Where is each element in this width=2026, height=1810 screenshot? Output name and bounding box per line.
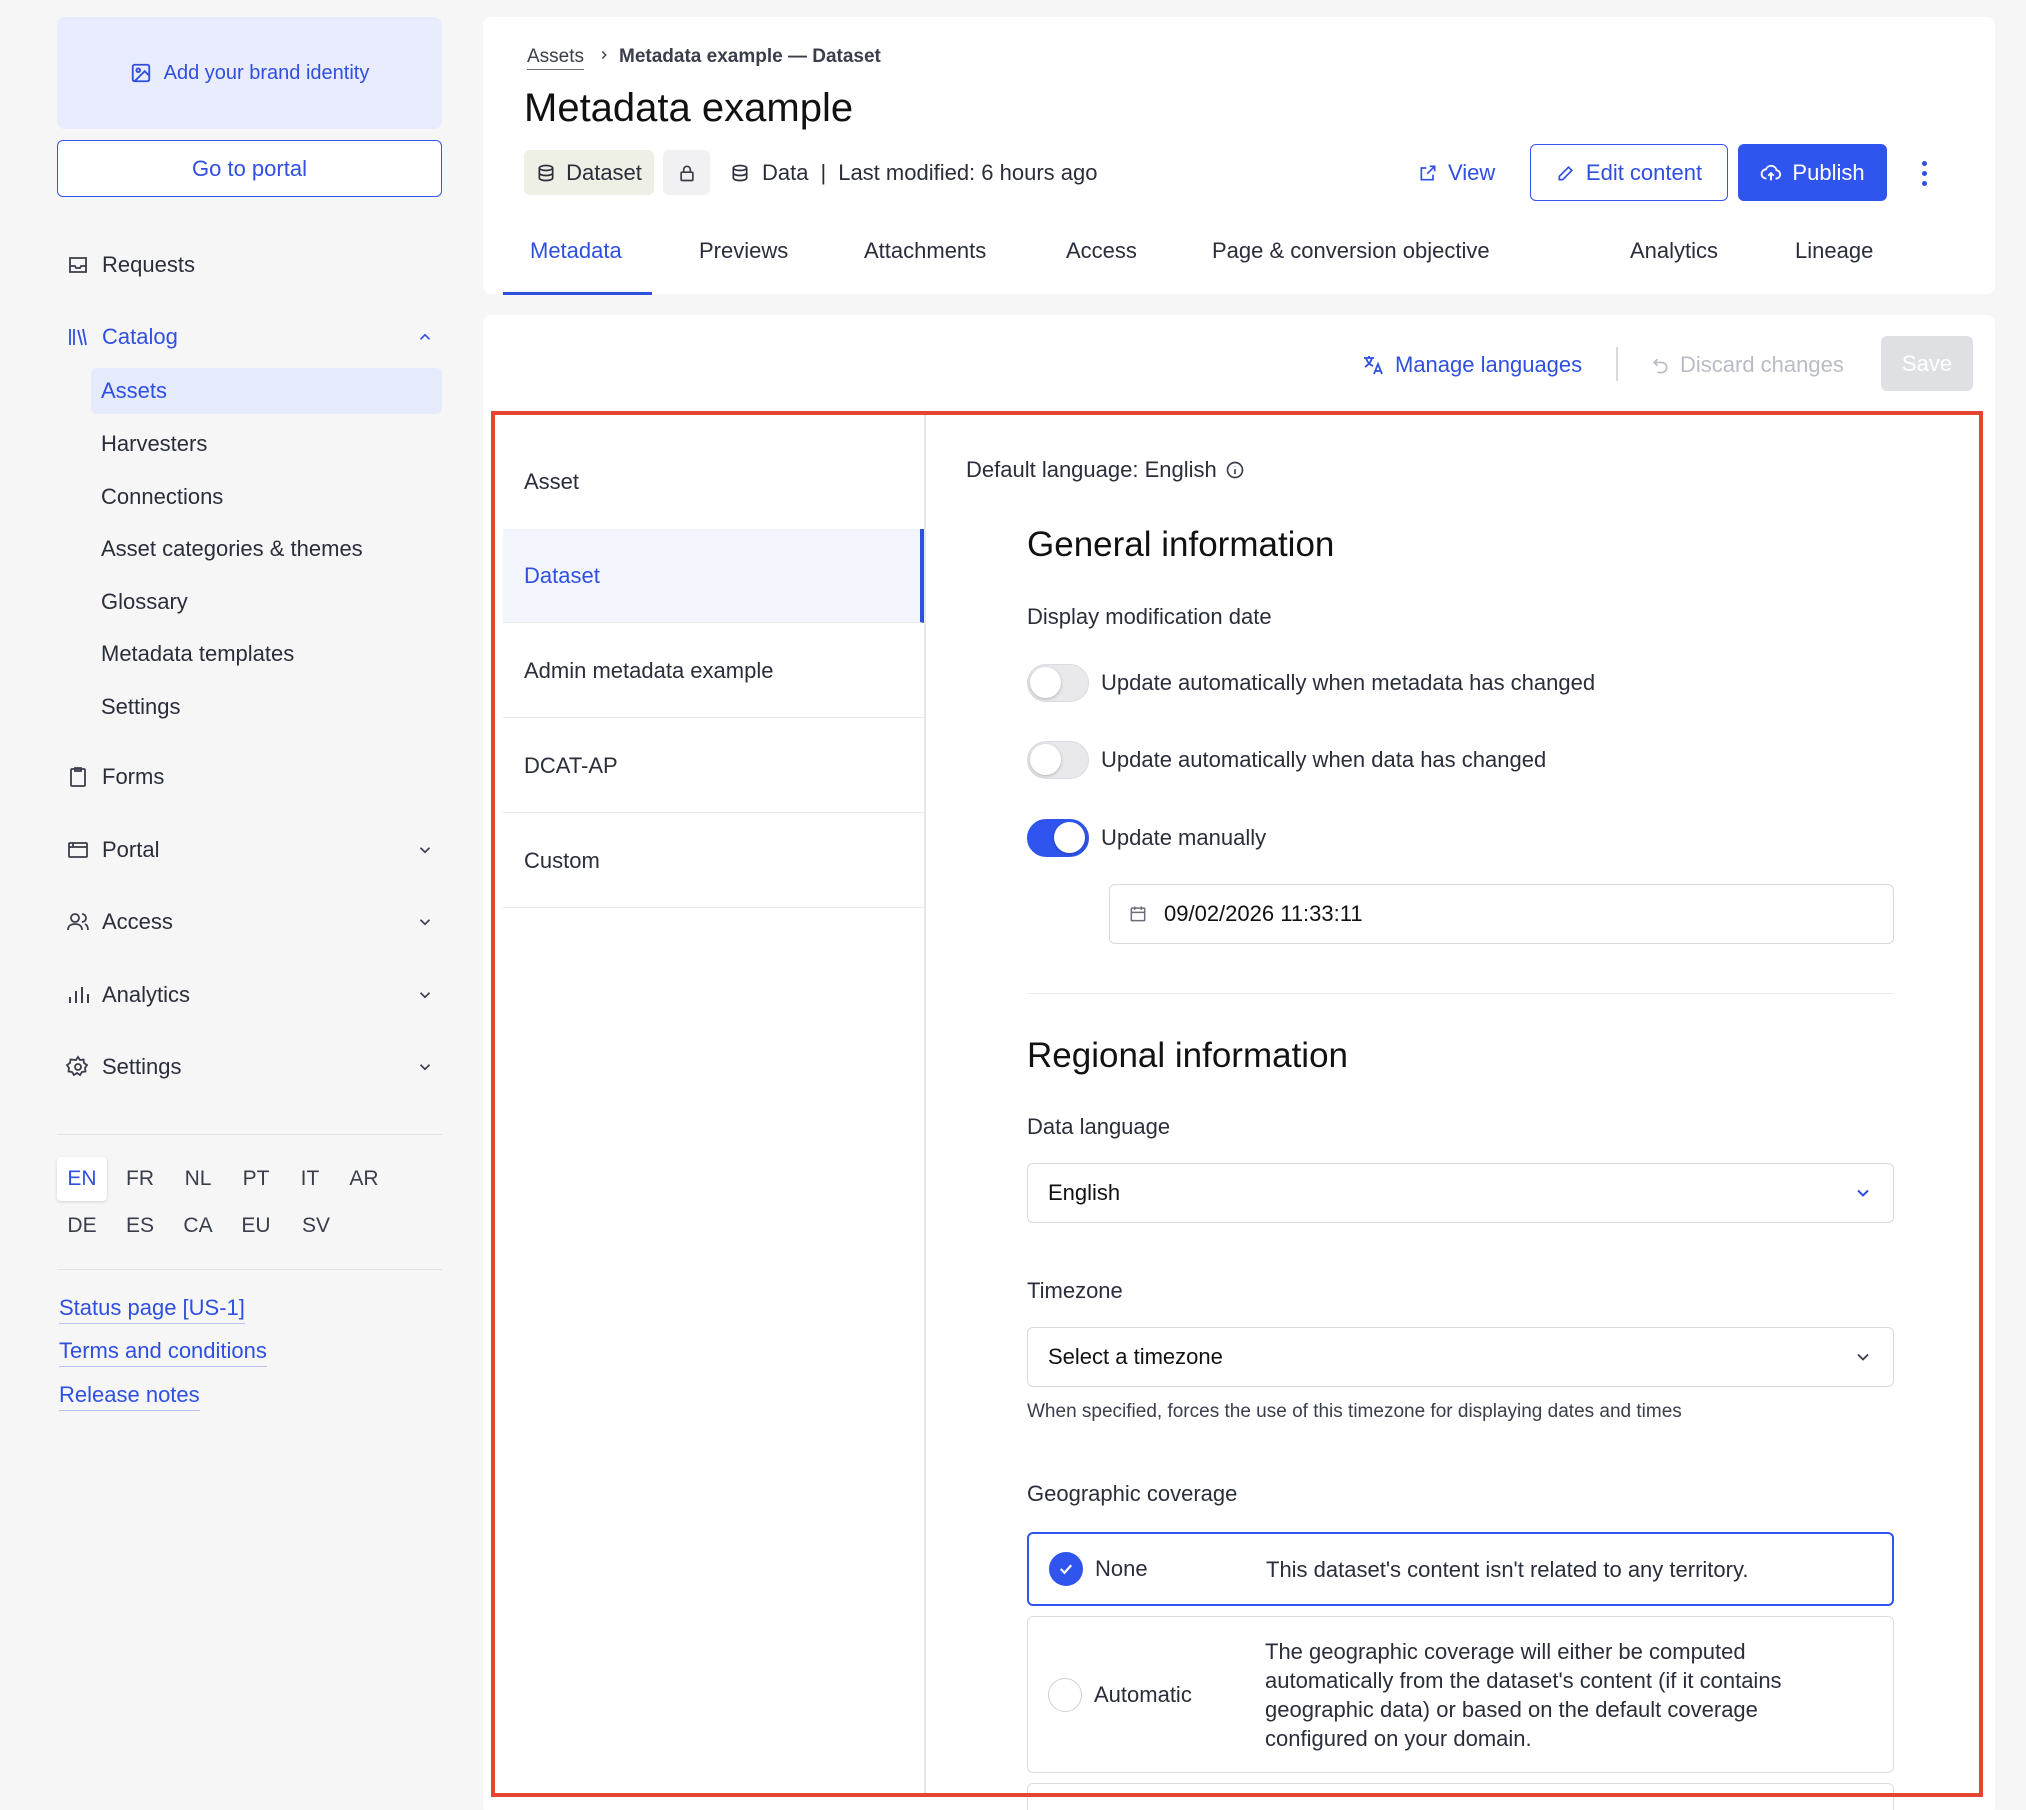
edit-content-button[interactable]: Edit content [1530,144,1728,201]
sidebar-item-catalog-settings[interactable]: Settings [91,684,442,730]
language-option-nl[interactable]: NL [173,1157,223,1201]
image-icon [131,63,150,83]
publish-button[interactable]: Publish [1738,144,1887,201]
sidebar-label-portal: Portal [102,837,160,862]
tab-page-conversion[interactable]: Page & conversion objective [1212,238,1490,264]
chevron-right-icon [601,51,607,59]
library-icon [69,328,87,346]
browser-window-icon [68,842,88,858]
brand-identity-button[interactable]: Add your brand identity [57,17,442,129]
discard-changes-label: Discard changes [1680,352,1844,377]
more-actions-icon[interactable] [1912,155,1936,191]
tab-access[interactable]: Access [1066,238,1137,264]
language-option-eu[interactable]: EU [231,1204,281,1248]
status-page-link[interactable]: Status page [US-1] [59,1295,245,1324]
lock-badge [663,150,710,195]
save-button[interactable]: Save [1881,336,1973,391]
sidebar-item-settings[interactable]: Settings [66,1044,442,1090]
release-notes-link[interactable]: Release notes [59,1382,200,1411]
breadcrumb-current: Metadata example — Dataset [619,46,881,67]
asset-meta: Data | Last modified: 6 hours ago [730,150,1097,195]
sidebar-label-requests: Requests [102,252,195,277]
terms-link[interactable]: Terms and conditions [59,1338,267,1367]
external-link-icon [1420,165,1436,180]
language-option-de[interactable]: DE [57,1204,107,1248]
sidebar-item-assets[interactable]: Assets [91,368,442,414]
asset-type-badge: Dataset [524,150,654,195]
chevron-down-icon[interactable] [416,1058,434,1076]
clipboard-icon [70,767,86,787]
brand-identity-label: Add your brand identity [163,61,370,84]
manage-languages-label: Manage languages [1395,352,1583,377]
highlight-frame [491,411,1983,1797]
discard-changes-button[interactable]: Discard changes [1650,352,1844,378]
language-option-fr[interactable]: FR [115,1157,165,1201]
sidebar-item-connections[interactable]: Connections [91,474,442,520]
gear-icon [66,1055,89,1077]
sidebar-item-metadata-templates[interactable]: Metadata templates [91,631,442,677]
database-icon [732,164,748,181]
users-icon [67,913,89,931]
inbox-icon [69,257,87,273]
chevron-down-icon[interactable] [416,913,434,931]
publish-label: Publish [1792,159,1865,185]
sidebar-item-requests[interactable]: Requests [66,242,442,288]
bar-chart-icon [69,987,89,1003]
sidebar-item-portal[interactable]: Portal [66,827,442,873]
sidebar-item-asset-categories[interactable]: Asset categories & themes [91,526,442,572]
tab-previews[interactable]: Previews [699,238,788,264]
pencil-icon [1558,165,1573,180]
chevron-down-icon[interactable] [416,986,434,1004]
go-to-portal-button[interactable]: Go to portal [57,140,442,197]
active-tab-indicator [503,292,652,295]
lock-icon [679,165,694,181]
sidebar-item-harvesters[interactable]: Harvesters [91,421,442,467]
sidebar-label-settings: Settings [102,1054,182,1079]
sidebar-item-glossary[interactable]: Glossary [91,579,442,625]
edit-label: Edit content [1585,159,1703,185]
sidebar-divider [57,1269,442,1270]
undo-icon [1652,358,1668,374]
sidebar-divider [57,1134,442,1135]
language-option-es[interactable]: ES [115,1204,165,1248]
view-label: View [1448,159,1496,185]
data-label: Data [762,159,809,185]
chevron-down-icon[interactable] [416,841,434,859]
sidebar-item-forms[interactable]: Forms [66,754,442,800]
cloud-upload-icon [1761,164,1782,180]
language-option-sv[interactable]: SV [291,1204,341,1248]
asset-type-label: Dataset [566,159,642,185]
view-button[interactable]: View [1418,150,1495,195]
language-option-ar[interactable]: AR [339,1157,389,1201]
tab-metadata[interactable]: Metadata [530,238,622,264]
toolbar-divider [1616,347,1618,381]
page-title: Metadata example [524,86,854,130]
sidebar-item-catalog[interactable]: Catalog [66,314,442,360]
sidebar-item-access[interactable]: Access [66,899,442,945]
language-option-it[interactable]: IT [285,1157,335,1201]
sidebar-item-analytics[interactable]: Analytics [66,972,442,1018]
language-option-pt[interactable]: PT [231,1157,281,1201]
manage-languages-button[interactable]: Manage languages [1361,352,1582,378]
tab-lineage[interactable]: Lineage [1795,238,1873,264]
tab-attachments[interactable]: Attachments [864,238,986,264]
tab-analytics[interactable]: Analytics [1630,238,1718,264]
language-option-en[interactable]: EN [57,1157,107,1201]
sidebar-label-catalog: Catalog [102,324,178,349]
language-option-ca[interactable]: CA [173,1204,223,1248]
sidebar-label-forms: Forms [102,764,165,789]
sidebar-label-analytics: Analytics [102,982,191,1007]
sidebar-label-access: Access [102,909,173,934]
last-modified: Last modified: 6 hours ago [838,159,1098,185]
meta-separator: | [820,159,827,185]
database-icon [538,164,554,181]
translate-icon [1364,356,1383,375]
breadcrumb-assets[interactable]: Assets [527,46,585,70]
chevron-up-icon[interactable] [416,328,434,346]
